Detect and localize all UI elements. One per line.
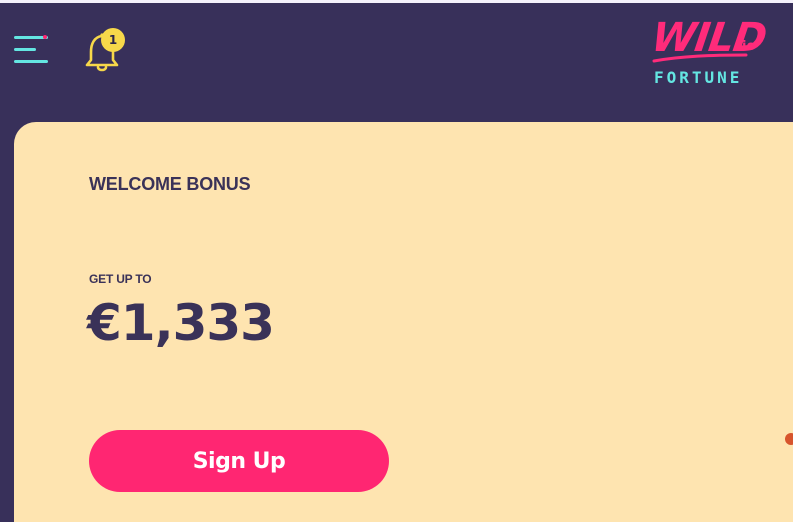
menu-button[interactable] [12,32,54,72]
decorative-graphic [785,433,793,445]
notification-badge: 1 [101,28,125,52]
logo-fortune-text: FORTUNE [654,68,743,87]
welcome-bonus-card: WELCOME BONUS GET UP TO €1,333 Sign Up [14,122,793,522]
header: 1 WILD io FORTUNE [0,3,793,119]
brand-logo[interactable]: WILD io FORTUNE [648,15,769,91]
sign-up-button[interactable]: Sign Up [89,430,389,492]
logo-swoosh [652,53,748,63]
menu-icon [14,35,48,63]
promo-title: WELCOME BONUS [89,174,251,194]
promo-subtitle: GET UP TO [89,272,152,286]
bonus-amount: €1,333 [87,294,275,352]
page: 1 WILD io FORTUNE WELCOME BONUS GET UP T… [0,0,793,522]
